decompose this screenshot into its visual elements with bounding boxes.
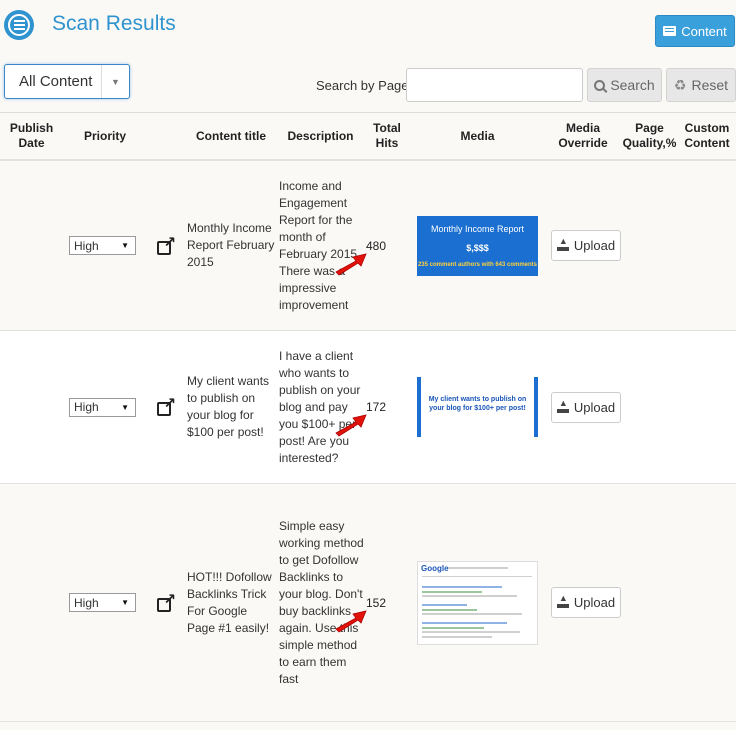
header-media-override[interactable]: Media Override: [545, 113, 621, 159]
table-header: Publish Date Priority Content title Desc…: [0, 113, 736, 161]
hits-cell: 480: [335, 161, 410, 330]
media-thumbnail[interactable]: Monthly Income Report $,$$$ 235 comment …: [417, 215, 538, 276]
content-button-label: Content: [681, 23, 727, 39]
upload-button[interactable]: ▲ Upload: [551, 230, 621, 261]
publish-date-cell: [0, 161, 63, 330]
upload-button[interactable]: ▲ Upload: [551, 391, 621, 423]
thumb-text-1: My client wants to publish on your blog …: [428, 396, 527, 412]
description-cell: Simple easy working method to get Dofoll…: [279, 518, 364, 686]
media-cell: Google: [410, 484, 545, 721]
custom-content-cell: [678, 161, 736, 330]
thumb-text-3: 235 comment authors with 643 comments: [417, 261, 538, 268]
media-thumbnail[interactable]: My client wants to publish on your blog …: [417, 377, 538, 437]
media-cell: Monthly Income Report $,$$$ 235 comment …: [410, 161, 545, 330]
upload-icon: ▲: [556, 237, 569, 251]
description-cell: Income and Engagement Report for the mon…: [279, 178, 361, 312]
link-cell: ↗: [147, 161, 185, 330]
reset-button-label: Reset: [691, 77, 729, 93]
priority-select[interactable]: High ▼: [69, 236, 136, 255]
chevron-down-icon: ▼: [101, 65, 129, 98]
red-arrow-icon: [335, 252, 367, 276]
publish-date-cell: [0, 484, 63, 721]
page-quality-cell: [621, 484, 678, 721]
thumb-text-1: Google: [421, 563, 449, 573]
search-label: Search by Page: [316, 78, 409, 93]
content-title-cell: HOT!!! Dofollow Backlinks Trick For Goog…: [187, 569, 272, 635]
media-override-cell: ▲ Upload: [545, 161, 621, 330]
header-content-title[interactable]: Content title: [185, 113, 277, 159]
upload-icon: ▲: [556, 398, 569, 413]
external-link-icon[interactable]: ↗: [157, 592, 176, 612]
upload-label: Upload: [573, 595, 616, 610]
upload-label: Upload: [573, 399, 616, 415]
thumb-text-2: $,$$$: [466, 242, 489, 253]
upload-label: Upload: [573, 238, 616, 253]
header-custom-content[interactable]: Custom Content: [678, 113, 736, 159]
page-title: Scan Results: [52, 12, 176, 35]
header-page-quality[interactable]: Page Quality,%: [621, 113, 678, 159]
list-icon: [663, 26, 677, 36]
content-filter-value: All Content: [19, 73, 93, 90]
priority-select[interactable]: High ▼: [69, 397, 136, 417]
page-quality-cell: [621, 331, 678, 483]
header-spacer: [147, 113, 185, 159]
custom-content-cell: [678, 331, 736, 483]
media-override-cell: ▲ Upload: [545, 331, 621, 483]
reset-button[interactable]: ♻ Reset: [666, 68, 736, 102]
priority-value: High: [74, 238, 99, 253]
content-filter-select[interactable]: All Content ▼: [4, 64, 130, 99]
priority-value: High: [74, 400, 99, 414]
recycle-icon: ♻: [673, 76, 687, 93]
search-icon: [594, 79, 606, 91]
priority-cell: High ▼: [63, 161, 147, 330]
header-publish-date[interactable]: Publish Date: [0, 113, 63, 159]
hits-cell: 172: [335, 331, 410, 483]
table-row: High ▼ ↗ Monthly Income Report February …: [0, 161, 736, 331]
content-button[interactable]: Content: [655, 15, 735, 47]
search-button[interactable]: Search: [587, 68, 662, 102]
red-arrow-icon: [335, 414, 367, 437]
page-quality-cell: [621, 161, 678, 330]
external-link-icon[interactable]: ↗: [157, 235, 176, 255]
content-title-cell: Monthly Income Report February 2015: [187, 221, 275, 269]
total-hits: 480: [366, 238, 387, 253]
priority-select[interactable]: High ▼: [69, 593, 136, 612]
chevron-down-icon: ▼: [121, 598, 129, 607]
media-override-cell: ▲ Upload: [545, 484, 621, 721]
chevron-down-icon: ▼: [121, 241, 129, 250]
table-row: High ▼ ↗ HOT!!! Dofollow Backlinks Trick…: [0, 484, 736, 722]
content-title-cell: My client wants to publish on your blog …: [187, 374, 270, 439]
menu-circle-icon[interactable]: [4, 10, 34, 40]
priority-value: High: [74, 595, 99, 610]
table-row: High ▼ ↗ My client wants to publish on y…: [0, 331, 736, 484]
hits-cell: 152: [335, 484, 410, 721]
link-cell: ↗: [147, 484, 185, 721]
results-table: Publish Date Priority Content title Desc…: [0, 112, 736, 722]
media-cell: My client wants to publish on your blog …: [410, 331, 545, 483]
custom-content-cell: [678, 484, 736, 721]
total-hits: 172: [366, 400, 387, 414]
search-input[interactable]: [406, 68, 583, 102]
header-media[interactable]: Media: [410, 113, 545, 159]
total-hits: 152: [366, 595, 387, 610]
search-button-label: Search: [610, 77, 655, 93]
priority-cell: High ▼: [63, 331, 147, 483]
upload-button[interactable]: ▲ Upload: [551, 587, 621, 618]
publish-date-cell: [0, 331, 63, 483]
header-description[interactable]: Description: [277, 113, 364, 159]
chevron-down-icon: ▼: [121, 402, 129, 412]
header-priority[interactable]: Priority: [63, 113, 147, 159]
description-cell: I have a client who wants to publish on …: [279, 348, 361, 465]
link-cell: ↗: [147, 331, 185, 483]
thumb-text-1: Monthly Income Report: [430, 223, 525, 234]
upload-icon: ▲: [556, 594, 569, 608]
media-thumbnail[interactable]: Google: [417, 560, 538, 645]
header-total-hits[interactable]: Total Hits: [364, 113, 410, 159]
red-arrow-icon: [335, 609, 367, 633]
external-link-icon[interactable]: ↗: [157, 396, 176, 416]
priority-cell: High ▼: [63, 484, 147, 721]
